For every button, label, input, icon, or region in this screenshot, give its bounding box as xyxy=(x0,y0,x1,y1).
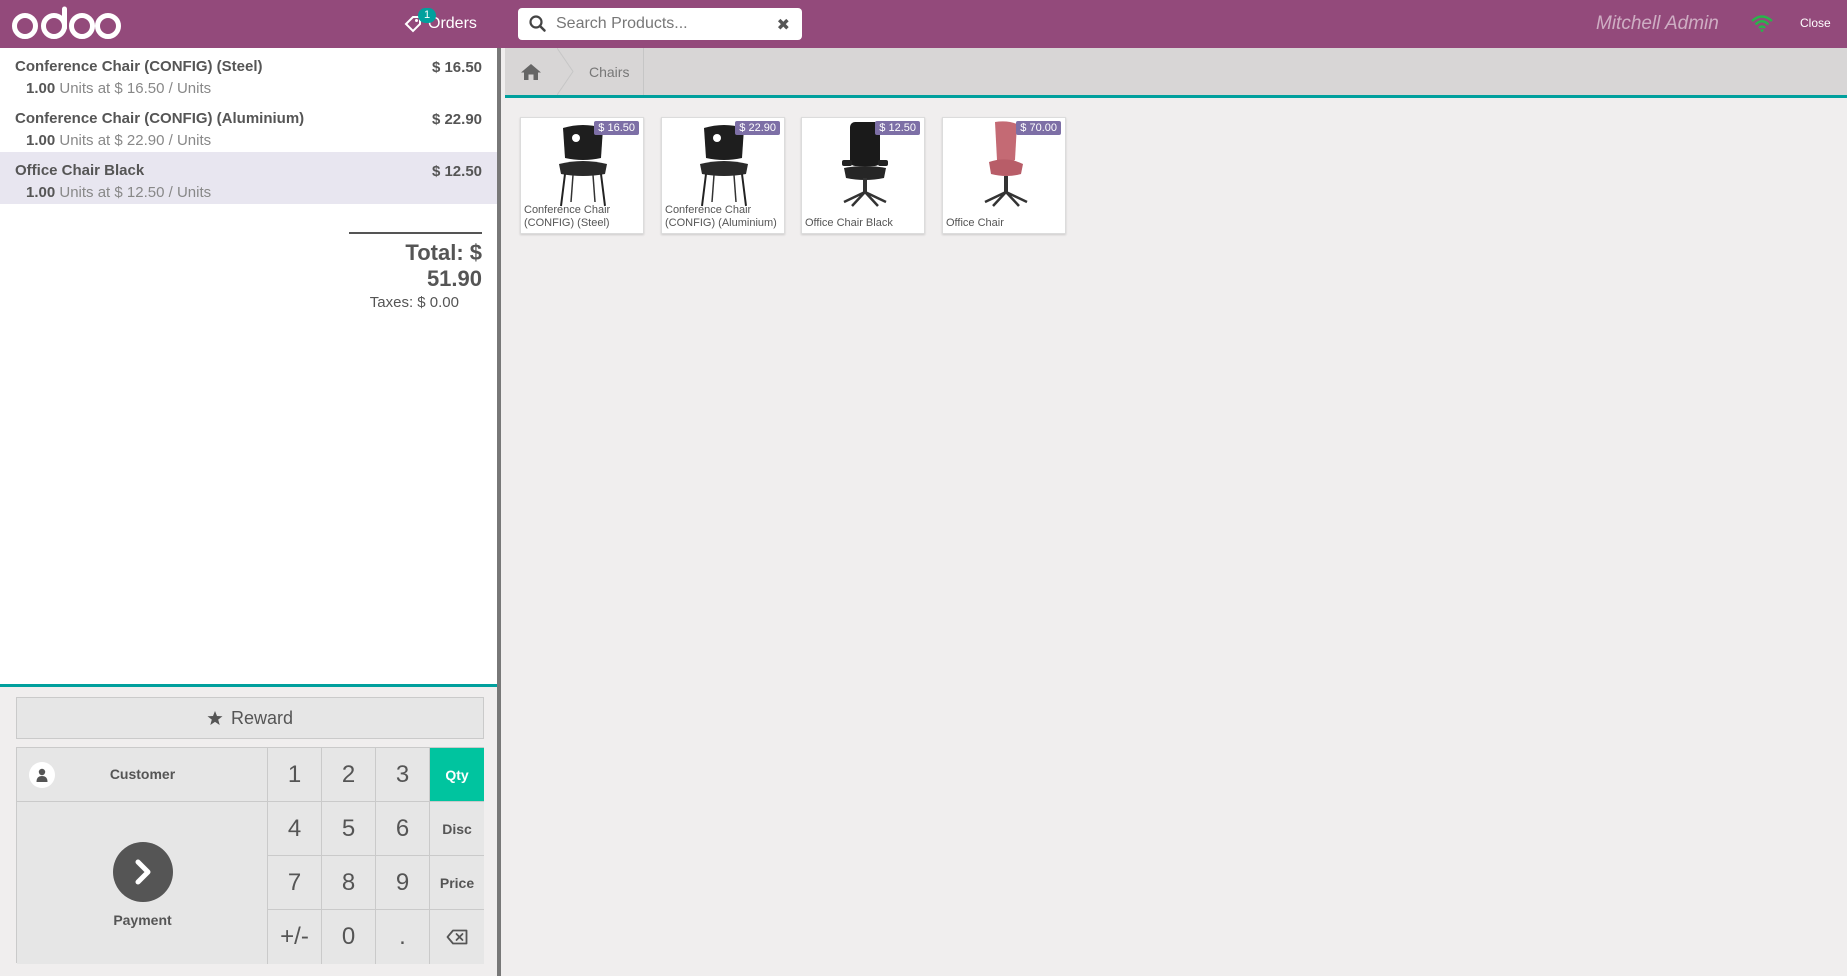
numpad-key-3[interactable]: 3 xyxy=(376,748,430,802)
customer-label: Customer xyxy=(109,766,176,782)
search-input[interactable] xyxy=(556,15,766,33)
order-line-info: 1.00 Units at $ 12.50 / Units xyxy=(15,184,482,201)
breadcrumb-category[interactable]: Chairs xyxy=(575,48,645,95)
ticket-icon: 1 xyxy=(404,8,437,33)
product-card[interactable]: $ 70.00 Office Chair xyxy=(942,117,1066,234)
search-icon xyxy=(529,15,546,32)
star-icon xyxy=(207,711,223,725)
numpad-key-5[interactable]: 5 xyxy=(322,802,376,856)
order-taxes: Taxes: $ 0.00 xyxy=(369,294,459,311)
product-card[interactable]: $ 16.50 Conference Chair (CONFIG) (Steel… xyxy=(520,117,644,234)
order-line-unit-info: Units at $ 12.50 / Units xyxy=(59,184,212,201)
order-line-price: $ 16.50 xyxy=(431,59,482,76)
order-summary: Total: $ 51.90 Taxes: $ 0.00 xyxy=(349,232,482,311)
order-line-qty: 1.00 xyxy=(26,132,56,149)
product-price-tag: $ 70.00 xyxy=(1016,121,1061,135)
orders-count-badge: 1 xyxy=(418,8,437,23)
orders-button[interactable]: 1 Orders xyxy=(404,8,477,38)
user-name: Mitchell Admin xyxy=(1596,13,1719,34)
order-line[interactable]: Conference Chair (CONFIG) (Aluminium) $ … xyxy=(0,100,497,152)
breadcrumb-separator xyxy=(557,48,574,95)
order-lines: Conference Chair (CONFIG) (Steel) $ 16.5… xyxy=(0,48,497,204)
price-mode-button[interactable]: Price xyxy=(430,856,484,910)
wifi-icon xyxy=(1751,15,1773,32)
product-price-tag: $ 16.50 xyxy=(594,121,639,135)
product-card[interactable]: $ 22.90 Conference Chair (CONFIG) (Alumi… xyxy=(661,117,785,234)
odoo-logo xyxy=(12,6,121,39)
order-line-product: Office Chair Black xyxy=(15,162,145,179)
order-line-price: $ 22.90 xyxy=(431,111,482,128)
numpad-key-8[interactable]: 8 xyxy=(322,856,376,910)
chevron-right-icon xyxy=(113,842,173,902)
order-panel: Conference Chair (CONFIG) (Steel) $ 16.5… xyxy=(0,48,501,976)
category-breadcrumb: Chairs xyxy=(505,48,1847,98)
reward-button[interactable]: Reward xyxy=(16,697,484,739)
payment-label: Payment xyxy=(113,912,172,928)
numpad-key-2[interactable]: 2 xyxy=(322,748,376,802)
numpad: Customer Payment 1 2 3 Qty 4 5 6 Disc 7 … xyxy=(16,747,484,964)
payment-button[interactable]: Payment xyxy=(17,802,268,964)
reward-label: Reward xyxy=(230,707,294,728)
order-line-selected[interactable]: Office Chair Black $ 12.50 1.00 Units at… xyxy=(0,152,497,204)
numpad-key-7[interactable]: 7 xyxy=(268,856,322,910)
qty-mode-button[interactable]: Qty xyxy=(430,748,484,802)
customer-button[interactable]: Customer xyxy=(17,748,268,802)
product-name: Conference Chair (CONFIG) (Aluminium) xyxy=(665,204,777,229)
close-button[interactable]: Close xyxy=(1800,16,1831,30)
product-name: Office Chair xyxy=(946,217,1004,229)
product-name: Conference Chair (CONFIG) (Steel) xyxy=(524,204,611,229)
top-header: 1 Orders ✖ Mitchell Admin Close xyxy=(0,0,1847,48)
clear-search-icon[interactable]: ✖ xyxy=(777,15,790,35)
numpad-key-sign[interactable]: +/- xyxy=(268,910,322,964)
order-line-product: Conference Chair (CONFIG) (Aluminium) xyxy=(15,110,305,127)
order-line-product: Conference Chair (CONFIG) (Steel) xyxy=(15,58,263,75)
order-line[interactable]: Conference Chair (CONFIG) (Steel) $ 16.5… xyxy=(0,48,497,100)
numpad-key-4[interactable]: 4 xyxy=(268,802,322,856)
home-button[interactable] xyxy=(505,48,557,95)
numpad-key-0[interactable]: 0 xyxy=(322,910,376,964)
product-name: Office Chair Black xyxy=(805,217,893,229)
numpad-key-6[interactable]: 6 xyxy=(376,802,430,856)
control-panel: Reward Customer Payment 1 2 3 Qty 4 5 6 xyxy=(0,684,497,976)
product-price-tag: $ 12.50 xyxy=(875,121,920,135)
product-card[interactable]: $ 12.50 Office Chair Black xyxy=(801,117,925,234)
product-search: ✖ xyxy=(518,8,802,40)
home-icon xyxy=(521,63,541,80)
order-line-qty: 1.00 xyxy=(26,80,56,97)
disc-mode-button[interactable]: Disc xyxy=(430,802,484,856)
numpad-key-1[interactable]: 1 xyxy=(268,748,322,802)
order-line-info: 1.00 Units at $ 16.50 / Units xyxy=(15,80,482,97)
numpad-key-9[interactable]: 9 xyxy=(376,856,430,910)
order-line-unit-info: Units at $ 16.50 / Units xyxy=(59,80,212,97)
order-line-info: 1.00 Units at $ 22.90 / Units xyxy=(15,132,482,149)
product-price-tag: $ 22.90 xyxy=(735,121,780,135)
numpad-key-dot[interactable]: . xyxy=(376,910,430,964)
order-line-qty: 1.00 xyxy=(26,184,56,201)
backspace-icon xyxy=(446,929,468,945)
order-line-price: $ 12.50 xyxy=(431,163,482,180)
order-total: Total: $ 51.90 xyxy=(405,240,482,291)
backspace-button[interactable] xyxy=(430,910,484,964)
order-line-unit-info: Units at $ 22.90 / Units xyxy=(59,132,212,149)
